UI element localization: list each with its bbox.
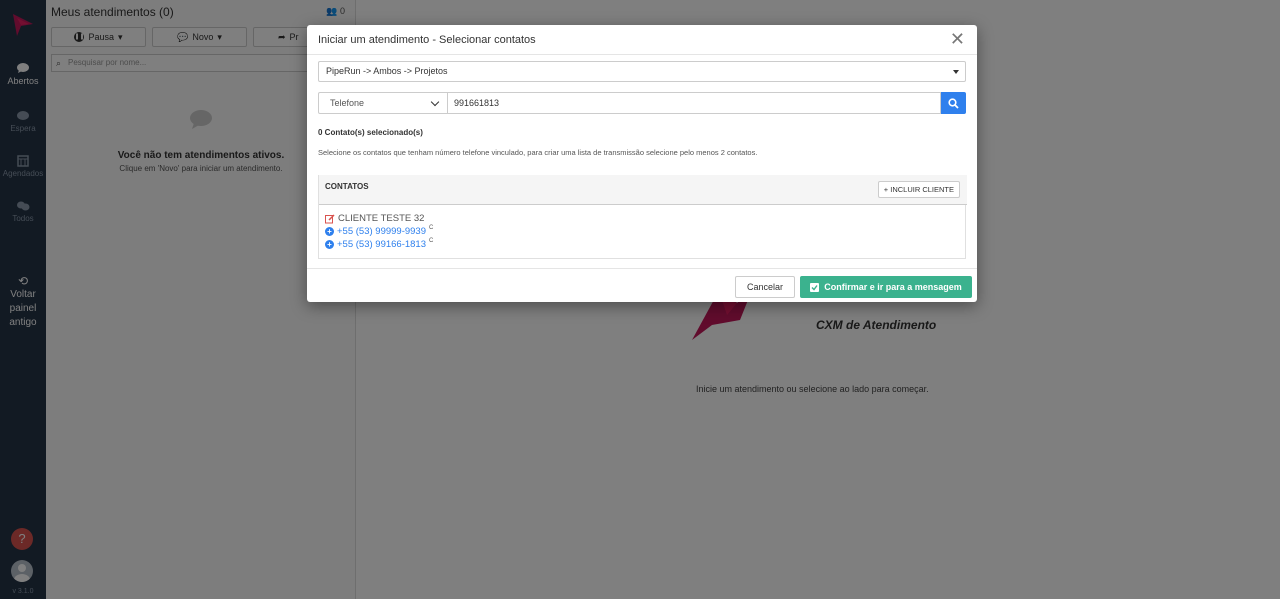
confirm-label: Confirmar e ir para a mensagem (824, 282, 962, 292)
search-button[interactable] (941, 92, 966, 114)
contact-name-text: CLIENTE TESTE 32 (338, 213, 425, 224)
caret-down-icon (953, 70, 959, 74)
contact-name[interactable]: CLIENTE TESTE 32 (325, 213, 424, 224)
plus-icon: + (325, 227, 334, 236)
chevron-down-icon (430, 97, 440, 107)
close-icon[interactable]: ✕ (950, 30, 965, 48)
edit-icon (325, 213, 335, 223)
contacts-list: CONTATOS + INCLUIR CLIENTE CLIENTE TESTE… (318, 175, 967, 259)
pipeline-value: PipeRun -> Ambos -> Projetos (326, 66, 448, 76)
phone-tag: C (429, 224, 434, 231)
phone-tag: C (429, 237, 434, 244)
phone-number: +55 (53) 99166-1813 (337, 239, 427, 250)
modal-footer: Cancelar Confirmar e ir para a mensagem (307, 268, 977, 302)
contact-search-row: Telefone 991661813 (318, 92, 966, 114)
contact-phone-1[interactable]: + +55 (53) 99999-9939 C (325, 224, 434, 237)
cancel-button[interactable]: Cancelar (735, 276, 795, 298)
checkbox-icon (810, 282, 820, 292)
phone-input[interactable]: 991661813 (448, 92, 941, 114)
search-type-value: Telefone (330, 98, 365, 108)
contacts-header: CONTATOS + INCLUIR CLIENTE (319, 175, 967, 205)
search-type-select[interactable]: Telefone (318, 92, 448, 114)
add-client-button[interactable]: + INCLUIR CLIENTE (877, 181, 960, 198)
search-icon (948, 97, 959, 109)
modal-title: Iniciar um atendimento - Selecionar cont… (318, 34, 536, 46)
start-conversation-modal: Iniciar um atendimento - Selecionar cont… (307, 25, 977, 302)
modal-header: Iniciar um atendimento - Selecionar cont… (307, 25, 977, 55)
info-text: Selecione os contatos que tenham número … (318, 148, 758, 157)
pipeline-select[interactable]: PipeRun -> Ambos -> Projetos (318, 61, 966, 82)
phone-input-value: 991661813 (454, 98, 500, 108)
contact-phone-2[interactable]: + +55 (53) 99166-1813 C (325, 237, 434, 250)
plus-icon: + (325, 240, 334, 249)
contacts-label: CONTATOS (325, 182, 369, 191)
confirm-button[interactable]: Confirmar e ir para a mensagem (800, 276, 972, 298)
selected-count: 0 Contato(s) selecionado(s) (318, 128, 423, 137)
phone-number: +55 (53) 99999-9939 (337, 226, 427, 237)
